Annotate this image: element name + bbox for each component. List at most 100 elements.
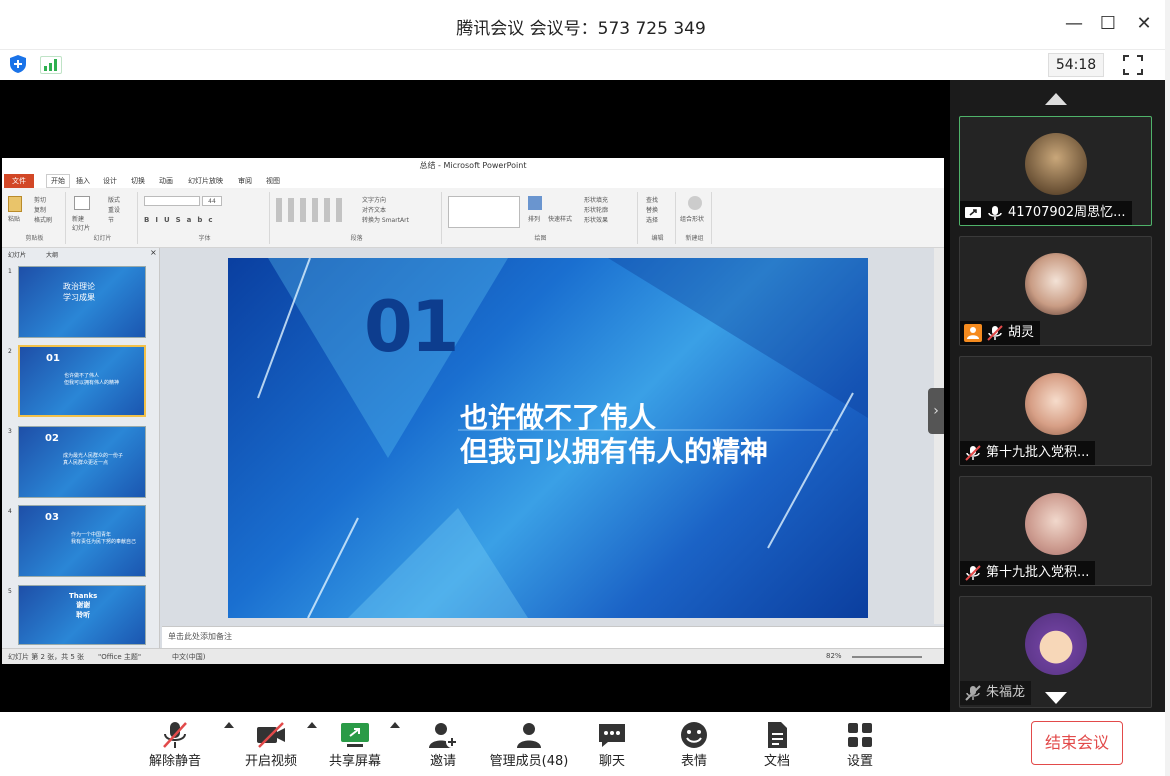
muted-microphone-icon — [965, 685, 981, 701]
emoji-button[interactable]: 表情 — [662, 712, 726, 776]
shape-effects-button[interactable]: 形状效果 — [584, 215, 608, 224]
ppt-tab-review[interactable]: 审阅 — [238, 176, 252, 186]
ppt-tab-design[interactable]: 设计 — [103, 176, 117, 186]
find-button[interactable]: 查找 — [646, 195, 658, 204]
participant-card[interactable]: 第十九批入党积... — [959, 476, 1152, 586]
participant-card[interactable]: 第十九批入党积... — [959, 356, 1152, 466]
ppt-tab-transitions[interactable]: 切换 — [131, 176, 145, 186]
paste-icon[interactable] — [8, 196, 22, 212]
reset-button[interactable]: 重设 — [108, 205, 120, 214]
paste-button[interactable]: 粘贴 — [8, 214, 20, 223]
font-format-buttons[interactable]: BIUSabc — [144, 216, 219, 224]
avatar — [1025, 253, 1087, 315]
participant-card[interactable]: 胡灵 — [959, 236, 1152, 346]
ribbon-group-label: 段落 — [350, 235, 363, 242]
copy-button[interactable]: 复制 — [34, 205, 46, 214]
arrange-button[interactable]: 排列 — [528, 214, 540, 223]
minimize-button[interactable]: — — [1062, 12, 1086, 36]
ribbon-group-editing: 查找 替换 选择 编辑 — [640, 192, 676, 244]
share-options-chevron-icon[interactable] — [390, 722, 400, 728]
arrange-icon[interactable] — [528, 196, 542, 210]
participant-name-bar: 第十九批入党积... — [960, 441, 1096, 465]
start-video-button[interactable]: 开启视频 — [236, 712, 306, 776]
meeting-info-bar — [0, 50, 1165, 80]
ribbon-group-clipboard: 粘贴 剪切 复制 格式刷 剪贴板 — [4, 192, 66, 244]
group-shapes-button[interactable]: 组合形状 — [680, 214, 704, 223]
font-name-select[interactable] — [144, 196, 200, 206]
section-button[interactable]: 节 — [108, 215, 114, 224]
invite-button[interactable]: 邀请 — [410, 712, 476, 776]
ppt-tab-view[interactable]: 视图 — [266, 176, 280, 186]
ppt-tab-insert[interactable]: 插入 — [76, 176, 90, 186]
ppt-tab-slideshow[interactable]: 幻灯片放映 — [188, 176, 223, 186]
avatar — [1025, 373, 1087, 435]
settings-button[interactable]: 设置 — [828, 712, 892, 776]
panel-tab-slides[interactable]: 幻灯片 — [8, 250, 26, 259]
unmute-button[interactable]: 解除静音 — [140, 712, 210, 776]
cut-button[interactable]: 剪切 — [34, 195, 46, 204]
slide-thumbnail-2[interactable]: 01 也许做不了伟人 但我可以拥有伟人的精神 — [18, 345, 146, 417]
panel-tab-outline[interactable]: 大纲 — [46, 250, 58, 259]
slide-scrollbar[interactable] — [934, 248, 944, 624]
fullscreen-icon[interactable] — [1122, 54, 1144, 76]
notes-pane[interactable]: 单击此处添加备注 — [162, 626, 944, 648]
scroll-down-icon[interactable] — [1045, 692, 1067, 704]
thumbnail-title: Thanks 谢谢 聆听 — [69, 592, 98, 619]
theme-status: "Office 主题" — [98, 653, 142, 661]
select-button[interactable]: 选择 — [646, 215, 658, 224]
slide-thumbnail-5[interactable]: Thanks 谢谢 聆听 — [18, 585, 146, 645]
slide-thumbnail-1[interactable]: 政治理论 学习成果 — [18, 266, 146, 338]
host-icon — [964, 324, 982, 342]
group-shapes-icon[interactable] — [688, 196, 702, 210]
paragraph-align-icons[interactable] — [276, 198, 346, 222]
network-signal-icon[interactable] — [40, 56, 62, 74]
slide-headline-2: 但我可以拥有伟人的精神 — [460, 435, 769, 468]
ppt-tab-home[interactable]: 开始 — [46, 174, 70, 188]
video-options-chevron-icon[interactable] — [307, 722, 317, 728]
thumbnail-number: 1 — [8, 268, 12, 275]
muted-microphone-icon — [965, 445, 981, 461]
slide-thumbnail-3[interactable]: 02 成为最光人民群众的一份子 真人民群众更近一点 — [18, 426, 146, 498]
share-screen-button[interactable]: 共享屏幕 — [320, 712, 390, 776]
format-painter-button[interactable]: 格式刷 — [34, 215, 52, 224]
text-direction-button[interactable]: 文字方向 — [362, 195, 386, 204]
ppt-tab-file[interactable]: 文件 — [4, 174, 34, 188]
sidebar-toggle-chevron-icon[interactable]: › — [928, 388, 944, 434]
participant-card[interactable]: 41707902周思忆... — [959, 116, 1152, 226]
maximize-button[interactable]: ☐ — [1096, 12, 1120, 36]
font-size-select[interactable]: 44 — [202, 196, 222, 206]
start-video-label: 开启视频 — [244, 754, 297, 769]
scroll-up-icon[interactable] — [1045, 93, 1067, 105]
align-text-button[interactable]: 对齐文本 — [362, 205, 386, 214]
chat-button[interactable]: 聊天 — [580, 712, 644, 776]
slide-thumbnail-panel: 幻灯片 大纲 × 1 政治理论 学习成果 2 01 也许做不了伟人 但我可以拥有… — [2, 248, 160, 648]
ribbon-group-label: 绘图 — [534, 235, 547, 242]
slide-thumbnail-4[interactable]: 03 作为一个中国青年 我有责任为民下努的奉献自己 — [18, 505, 146, 577]
zoom-slider[interactable] — [852, 656, 922, 658]
manage-members-button[interactable]: 管理成员(48) — [484, 712, 574, 776]
audio-options-chevron-icon[interactable] — [224, 722, 234, 728]
new-slide-icon[interactable] — [74, 196, 90, 210]
end-meeting-button[interactable]: 结束会议 — [1031, 721, 1123, 765]
quick-styles-button[interactable]: 快速样式 — [548, 214, 572, 223]
documents-button[interactable]: 文档 — [745, 712, 809, 776]
ppt-tab-animations[interactable]: 动画 — [159, 176, 173, 186]
avatar — [1025, 493, 1087, 555]
avatar — [1025, 133, 1087, 195]
smartart-button[interactable]: 转换为 SmartArt — [362, 215, 409, 224]
current-slide[interactable]: 01 也许做不了伟人 但我可以拥有伟人的精神 — [228, 258, 868, 618]
new-slide-button[interactable]: 新建 幻灯片 — [72, 214, 90, 232]
avatar — [1025, 613, 1087, 675]
documents-label: 文档 — [763, 754, 790, 769]
shape-fill-button[interactable]: 形状填充 — [584, 195, 608, 204]
panel-close-icon[interactable]: × — [150, 248, 157, 257]
document-icon — [768, 722, 787, 748]
close-button[interactable]: ✕ — [1132, 12, 1156, 36]
shape-outline-button[interactable]: 形状轮廓 — [584, 205, 608, 214]
security-shield-icon[interactable] — [8, 54, 28, 74]
shapes-gallery[interactable] — [448, 196, 520, 228]
layout-button[interactable]: 版式 — [108, 195, 120, 204]
chat-label: 聊天 — [598, 754, 625, 769]
replace-button[interactable]: 替换 — [646, 205, 658, 214]
thumbnail-title: 01 — [46, 353, 60, 364]
